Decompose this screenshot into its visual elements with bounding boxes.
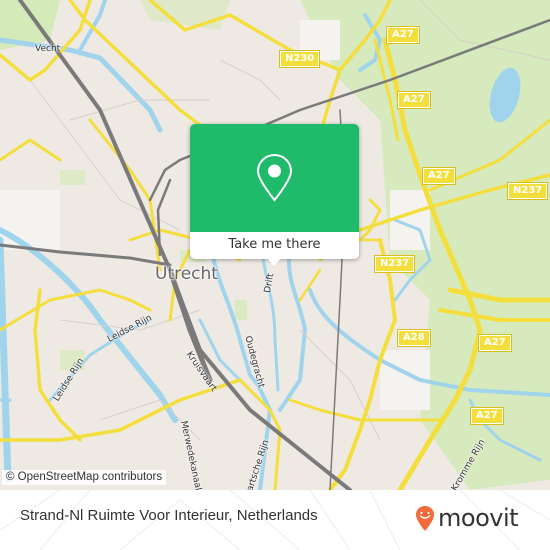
moovit-pin-smile-icon	[416, 505, 434, 531]
place-title: Strand-Nl Ruimte Voor Interieur, Netherl…	[20, 507, 318, 524]
map-view[interactable]: Vecht Kromme Rijn Leidse Rijn Leidse Rij…	[0, 0, 550, 490]
map-label-city: Utrecht	[155, 264, 218, 284]
map-label-vecht: Vecht	[35, 44, 61, 54]
road-shield-n237: N237	[506, 182, 549, 200]
road-shield-a28: A28	[397, 329, 431, 347]
road-shield-a27: A27	[470, 407, 504, 425]
location-pin-icon	[256, 153, 293, 202]
footer-bar: Strand-Nl Ruimte Voor Interieur, Netherl…	[0, 490, 550, 550]
road-shield-n237: N237	[373, 255, 416, 273]
take-me-there-button[interactable]: Take me there	[190, 232, 359, 259]
map-attribution[interactable]: © OpenStreetMap contributors	[2, 470, 167, 485]
road-shield-n230: N230	[278, 50, 321, 68]
road-shield-a27: A27	[478, 334, 512, 352]
moovit-wordmark: moovit	[438, 504, 519, 532]
road-shield-a27: A27	[422, 167, 456, 185]
road-shield-a27: A27	[386, 26, 420, 44]
location-popup[interactable]: Take me there	[190, 124, 359, 266]
road-shield-a27: A27	[397, 91, 431, 109]
moovit-logo[interactable]: moovit	[415, 503, 519, 533]
popup-header	[190, 124, 359, 232]
popup-tail	[266, 257, 282, 266]
